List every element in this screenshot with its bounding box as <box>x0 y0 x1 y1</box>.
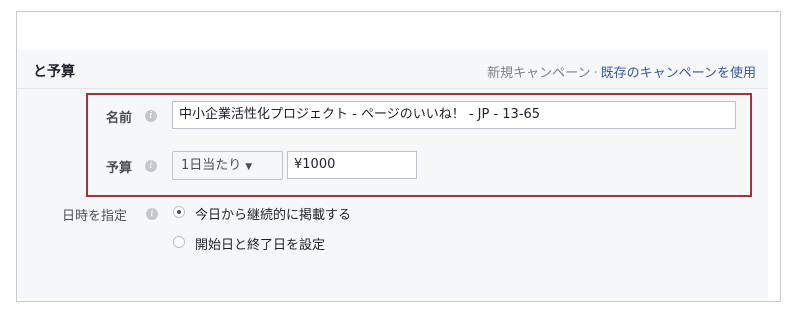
campaign-source-links: 新規キャンペーン · 既存のキャンペーンを使用 <box>487 62 756 81</box>
use-existing-campaign-link[interactable]: 既存のキャンペーンを使用 <box>601 66 756 81</box>
info-icon[interactable]: i <box>145 110 157 122</box>
chevron-down-icon: ▼ <box>245 162 253 172</box>
budget-amount-input[interactable]: ¥1000 <box>287 151 417 179</box>
campaign-name-input[interactable]: 中小企業活性化プロジェクト - ページのいいね！ - JP - 13-65 <box>172 101 736 129</box>
schedule-option-label: 今日から継続的に掲載する <box>195 208 352 223</box>
section-title: と予算 <box>33 64 75 80</box>
campaign-name-label: 名前 <box>106 111 133 126</box>
schedule-option-label: 開始日と終了日を設定 <box>195 238 326 253</box>
budget-type-dropdown[interactable]: 1日当たり ▼ <box>172 151 283 180</box>
info-icon[interactable]: i <box>146 208 158 220</box>
schedule-label: 日時を指定 <box>62 209 128 224</box>
radio-button-checked[interactable] <box>173 206 185 218</box>
header-divider <box>17 88 768 89</box>
budget-label: 予算 <box>106 161 133 176</box>
new-campaign-link[interactable]: 新規キャンペーン <box>487 66 590 81</box>
link-separator: · <box>593 66 598 81</box>
radio-button[interactable] <box>173 236 185 248</box>
info-icon[interactable]: i <box>145 160 157 172</box>
budget-type-value: 1日当たり <box>181 158 242 173</box>
